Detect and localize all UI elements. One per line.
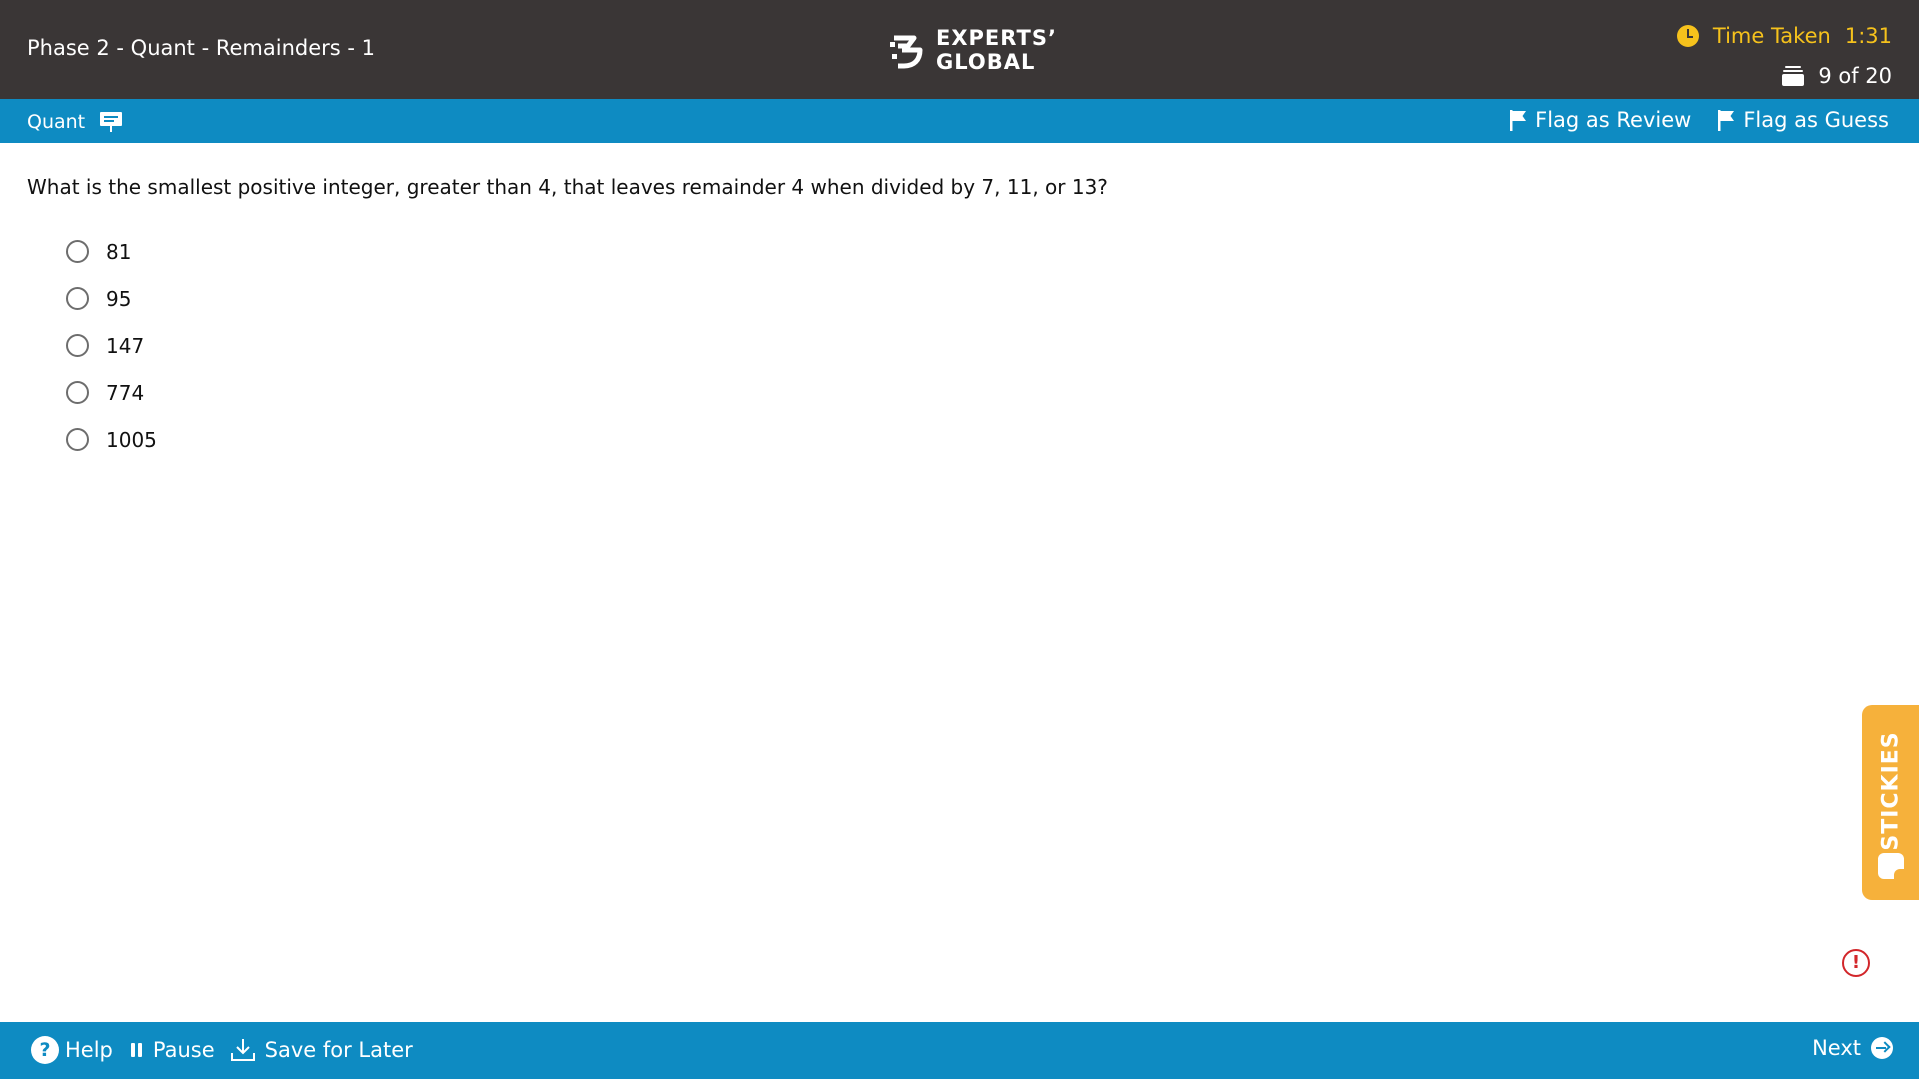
radio-button[interactable]	[66, 287, 89, 310]
question-text: What is the smallest positive integer, g…	[27, 175, 1108, 199]
help-label: Help	[65, 1038, 113, 1062]
flag-as-review-button[interactable]: Flag as Review	[1509, 108, 1691, 132]
stickies-tab[interactable]: STICKIES	[1862, 705, 1919, 900]
logo-line-1: EXPERTS’	[936, 26, 1057, 50]
answer-option[interactable]: 774	[66, 369, 157, 416]
bottom-left-controls: ? Help Pause Save for Later	[31, 1036, 413, 1064]
question-counter: 9 of 20	[1782, 64, 1892, 88]
stack-icon	[1782, 66, 1805, 86]
time-taken-label: Time Taken	[1712, 24, 1831, 48]
top-header: Phase 2 - Quant - Remainders - 1 EXPERTS…	[0, 0, 1919, 99]
section-indicator: Quant	[27, 110, 123, 134]
whiteboard-icon[interactable]	[99, 110, 123, 134]
answer-option-label: 147	[106, 333, 145, 358]
download-icon	[230, 1039, 255, 1061]
pause-label: Pause	[152, 1038, 215, 1062]
next-button[interactable]: Next	[1812, 1036, 1893, 1060]
help-button[interactable]: ? Help	[31, 1036, 113, 1064]
sticky-note-icon	[1878, 853, 1904, 879]
answer-option[interactable]: 1005	[66, 416, 157, 463]
experts-global-logo: EXPERTS’ GLOBAL	[888, 26, 1057, 74]
answer-option-label: 95	[106, 286, 132, 311]
flag-as-guess-label: Flag as Guess	[1743, 108, 1889, 132]
flag-controls: Flag as Review Flag as Guess	[1509, 108, 1889, 132]
stickies-label: STICKIES	[1878, 731, 1903, 851]
logo-mark-icon	[890, 35, 923, 69]
pause-icon	[130, 1043, 145, 1057]
pause-button[interactable]: Pause	[127, 1038, 215, 1062]
save-for-later-button[interactable]: Save for Later	[229, 1037, 413, 1063]
next-label: Next	[1812, 1036, 1861, 1060]
radio-button[interactable]	[66, 334, 89, 357]
question-counter-text: 9 of 20	[1818, 64, 1892, 88]
answer-option-label: 1005	[106, 427, 157, 452]
answer-option[interactable]: 95	[66, 275, 157, 322]
answer-options: 81 95 147 774 1005	[66, 228, 157, 463]
time-taken: Time Taken 1:31	[1676, 24, 1892, 48]
answer-option[interactable]: 81	[66, 228, 157, 275]
section-bar: Quant Flag as Review Flag as Guess	[0, 99, 1919, 143]
clock-icon	[1676, 25, 1699, 47]
answer-option-label: 81	[106, 239, 132, 264]
flag-icon	[1718, 110, 1735, 131]
logo-line-2: GLOBAL	[936, 50, 1036, 74]
help-icon: ?	[31, 1036, 59, 1064]
bottom-toolbar: ? Help Pause Save for Later Next	[0, 1022, 1919, 1079]
arrow-right-icon	[1871, 1037, 1893, 1059]
page-title: Phase 2 - Quant - Remainders - 1	[27, 36, 375, 60]
section-name: Quant	[27, 111, 86, 133]
report-issue-icon[interactable]: !	[1842, 949, 1870, 977]
flag-as-guess-button[interactable]: Flag as Guess	[1717, 108, 1889, 132]
flag-as-review-label: Flag as Review	[1535, 108, 1692, 132]
radio-button[interactable]	[66, 381, 89, 404]
save-for-later-label: Save for Later	[264, 1038, 413, 1062]
radio-button[interactable]	[66, 428, 89, 451]
flag-icon	[1510, 110, 1527, 131]
time-taken-value: 1:31	[1844, 24, 1892, 48]
answer-option[interactable]: 147	[66, 322, 157, 369]
answer-option-label: 774	[106, 380, 145, 405]
radio-button[interactable]	[66, 240, 89, 263]
logo-text: EXPERTS’ GLOBAL	[936, 26, 1057, 74]
